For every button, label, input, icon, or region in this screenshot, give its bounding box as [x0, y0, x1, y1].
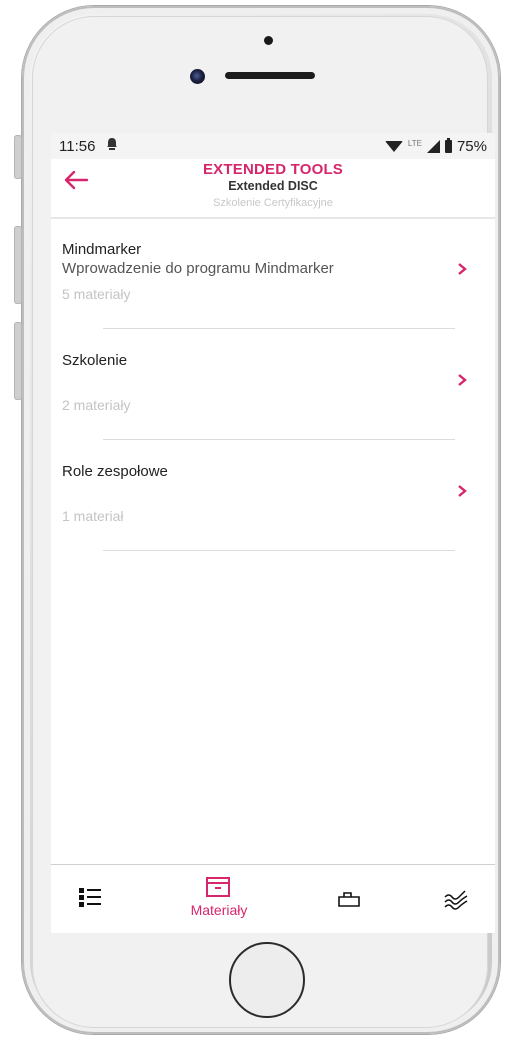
volume-down-button [14, 322, 22, 400]
battery-percent: 75% [456, 138, 487, 155]
list-item[interactable]: Szkolenie 2 materiały [51, 330, 495, 440]
toolbox-icon [338, 892, 360, 907]
waves-icon [444, 890, 468, 910]
item-count: 1 materiał [62, 508, 124, 524]
volume-up-button [14, 226, 22, 304]
item-count: 2 materiały [62, 397, 131, 413]
bottom-tab-bar: Materiały [51, 864, 495, 933]
list-icon [79, 888, 101, 908]
front-camera [190, 69, 205, 84]
divider [103, 328, 455, 329]
header-title: EXTENDED TOOLS [202, 161, 344, 178]
header-subtitle: Extended DISC [228, 179, 318, 193]
divider [103, 439, 455, 440]
mute-switch [14, 135, 22, 179]
battery-icon [444, 138, 452, 153]
home-button[interactable] [229, 942, 305, 1018]
archive-box-icon [206, 877, 230, 897]
app-header: EXTENDED TOOLS Extended DISC Szkolenie C… [51, 159, 495, 219]
list-item[interactable]: Role zespołowe 1 materiał [51, 441, 495, 551]
item-count: 5 materiały [62, 286, 131, 302]
item-title: Szkolenie [62, 352, 128, 369]
tab-activity[interactable] [443, 887, 469, 911]
chevron-right-icon [457, 483, 467, 503]
divider [103, 550, 455, 551]
tab-tools[interactable] [338, 891, 360, 907]
status-time: 11:56 [59, 138, 96, 155]
lte-label: LTE [407, 139, 422, 148]
app-screen: 11:56 LTE 75% EXTENDED TOOLS Extended DI… [51, 133, 495, 933]
notification-icon [106, 137, 118, 154]
earpiece-speaker [225, 72, 315, 79]
wifi-icon [384, 141, 403, 152]
chevron-right-icon [457, 372, 467, 392]
status-indicators: LTE 75% [384, 138, 487, 155]
proximity-sensor [264, 36, 273, 45]
item-title: Mindmarker [62, 241, 142, 258]
signal-icon [426, 140, 440, 153]
tab-materials[interactable]: Materiały [179, 865, 259, 933]
status-bar: 11:56 LTE 75% [51, 133, 495, 159]
tab-list[interactable] [79, 888, 101, 908]
item-title: Role zespołowe [62, 463, 168, 480]
header-caption: Szkolenie Certyfikacyjne [213, 197, 333, 209]
tab-materials-label: Materiały [190, 902, 248, 918]
chevron-right-icon [457, 261, 467, 281]
item-description: Wprowadzenie do programu Mindmarker [62, 260, 334, 277]
list-item[interactable]: Mindmarker Wprowadzenie do programu Mind… [51, 219, 495, 329]
